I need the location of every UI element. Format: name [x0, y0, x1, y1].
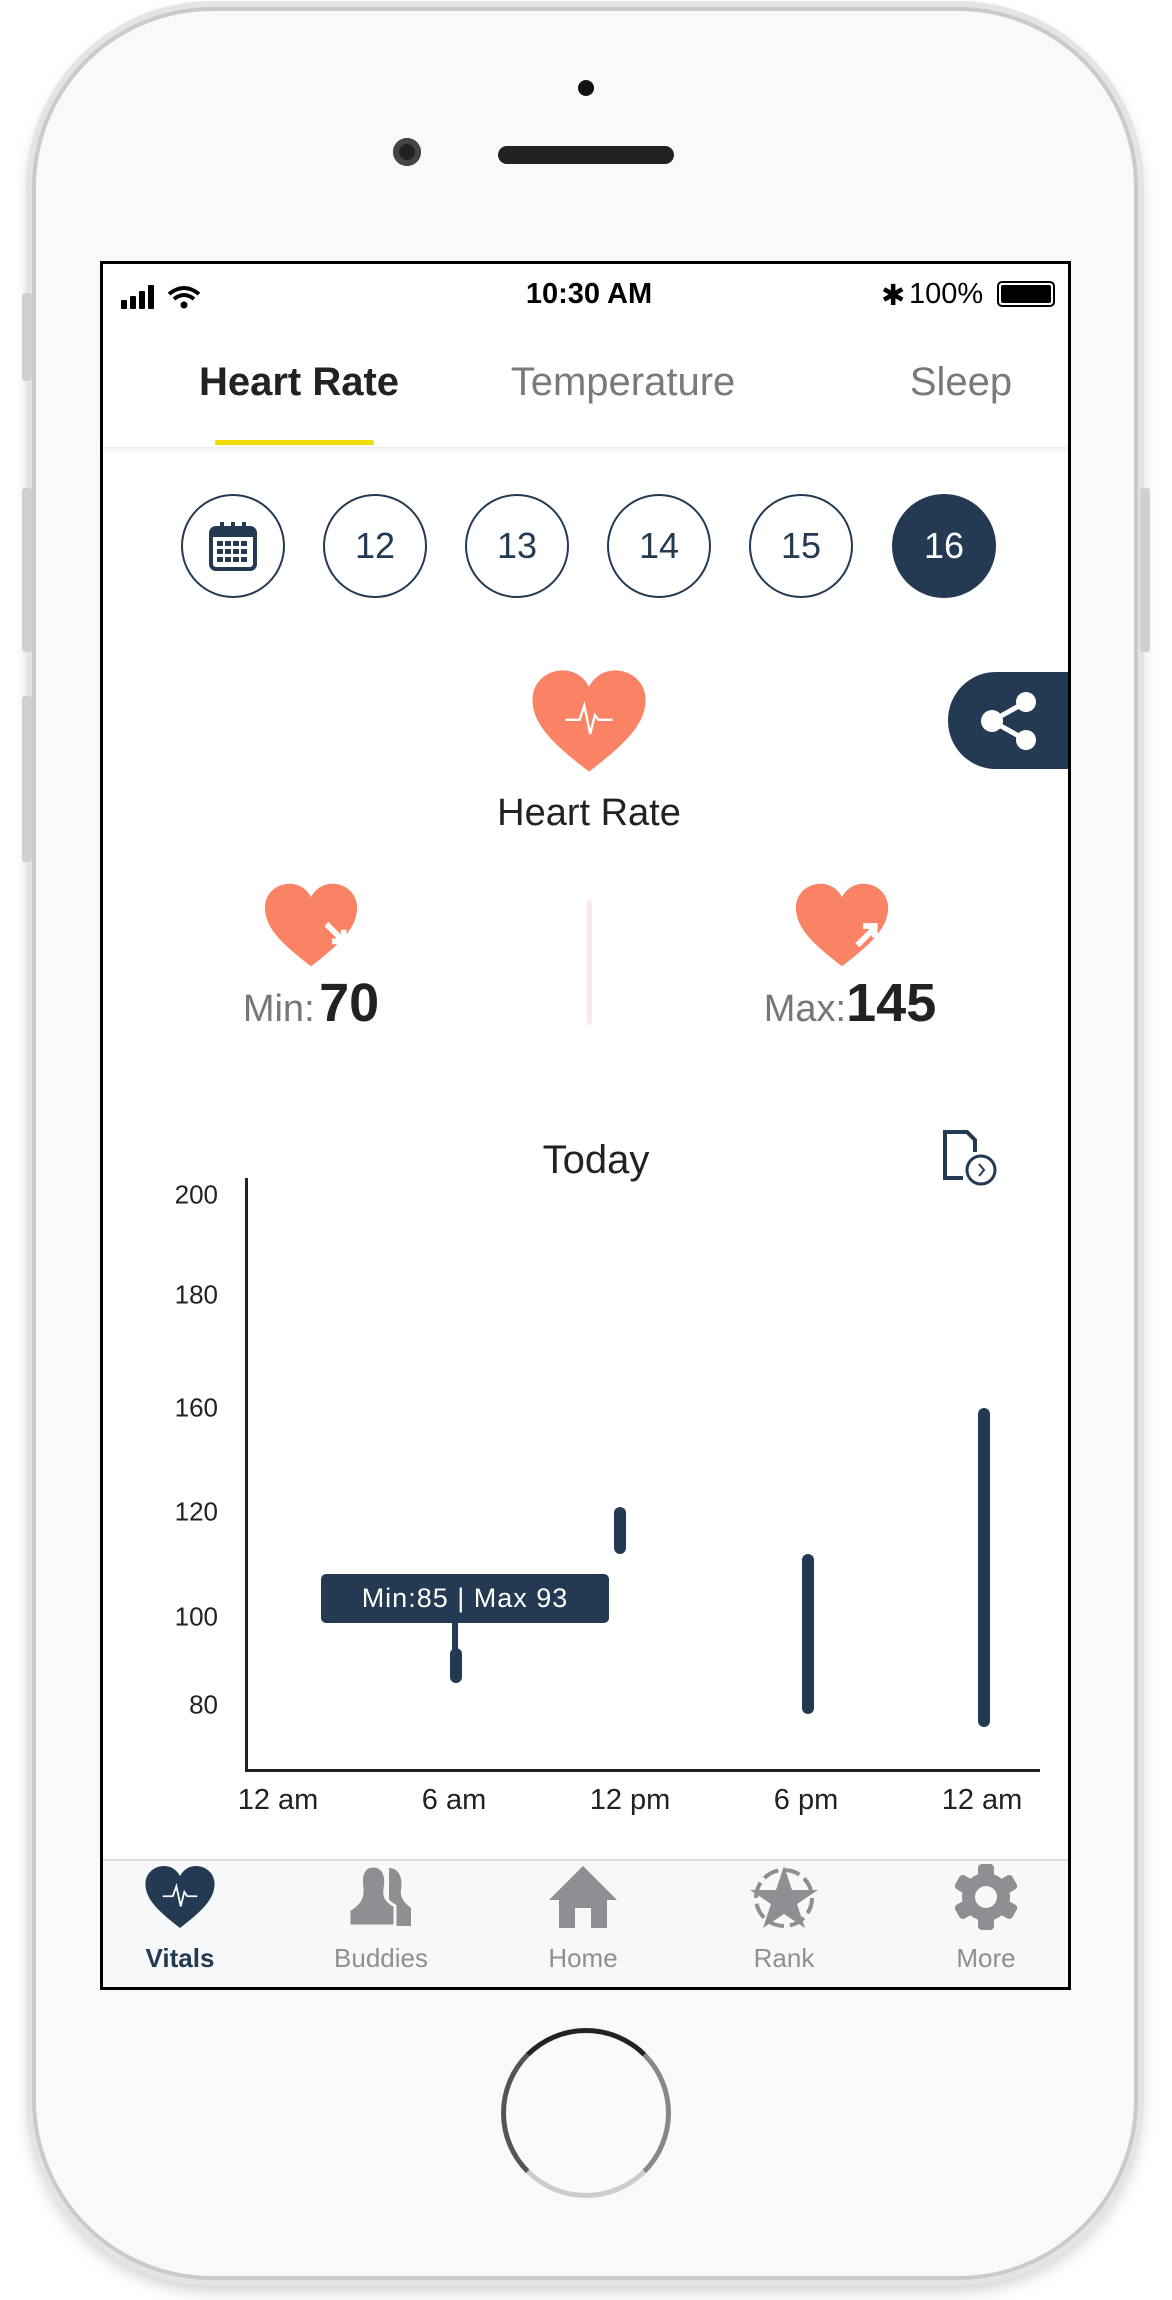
- gear-icon: [954, 1864, 1018, 1930]
- range-bar[interactable]: [802, 1554, 814, 1714]
- x-tick-label: 12 am: [237, 1784, 319, 1816]
- report-clock-icon[interactable]: [941, 1128, 1001, 1188]
- x-tick-label: 6 am: [421, 1784, 487, 1816]
- y-axis: [245, 1178, 248, 1772]
- date-16-selected[interactable]: 16: [892, 494, 996, 598]
- calendar-icon: [209, 522, 257, 571]
- mute-switch: [22, 293, 32, 381]
- x-tick-label: 12 am: [941, 1784, 1023, 1816]
- min-label: Min:: [242, 988, 315, 1030]
- tab-temperature[interactable]: Temperature: [511, 360, 736, 405]
- front-camera: [393, 138, 421, 166]
- y-tick-label: 180: [174, 1279, 218, 1310]
- range-bar[interactable]: [978, 1408, 990, 1727]
- min-value: 70: [319, 973, 380, 1033]
- home-button[interactable]: [501, 2028, 671, 2198]
- metric-title: Heart Rate: [497, 792, 681, 834]
- share-button[interactable]: [948, 672, 1068, 769]
- x-tick-label: 12 pm: [589, 1784, 671, 1816]
- nav-buddies[interactable]: Buddies: [301, 1864, 461, 1974]
- power-button: [1140, 488, 1150, 652]
- nav-rank[interactable]: Rank: [704, 1864, 864, 1974]
- max-label: Max:: [763, 988, 847, 1030]
- date-15[interactable]: 15: [749, 494, 853, 598]
- y-tick-label: 80: [189, 1689, 218, 1720]
- nav-label: Vitals: [145, 1943, 215, 1973]
- x-axis: [245, 1769, 1040, 1772]
- y-tick-label: 120: [174, 1496, 218, 1527]
- home-icon: [549, 1866, 617, 1928]
- chart-title: Today: [542, 1138, 650, 1182]
- buddies-icon: [347, 1864, 411, 1928]
- y-tick-label: 200: [174, 1179, 218, 1210]
- range-bar[interactable]: [450, 1647, 462, 1683]
- rank-star-icon: [750, 1866, 818, 1928]
- heart-pulse-icon: [532, 670, 646, 772]
- sensor: [578, 80, 594, 96]
- heart-down-icon: [264, 883, 358, 967]
- chart-tooltip: Min:85 | Max 93: [321, 1574, 609, 1623]
- volume-up-button: [22, 488, 32, 652]
- heart-pulse-icon: [145, 1866, 215, 1928]
- max-value: 145: [846, 973, 937, 1033]
- nav-vitals[interactable]: Vitals: [103, 1864, 260, 1974]
- range-bar[interactable]: [614, 1506, 627, 1554]
- calendar-button[interactable]: [181, 494, 285, 598]
- nav-label: Rank: [753, 1943, 815, 1973]
- nav-label: More: [956, 1943, 1016, 1973]
- y-tick-label: 160: [174, 1392, 218, 1423]
- nav-label: Home: [548, 1943, 618, 1973]
- nav-more[interactable]: More: [906, 1864, 1066, 1974]
- volume-down-button: [22, 696, 32, 862]
- tooltip-connector: [452, 1619, 458, 1649]
- share-icon: [981, 692, 1036, 750]
- heart-up-icon: [795, 883, 889, 967]
- stat-divider: [587, 900, 592, 1025]
- active-tab-indicator: [215, 440, 374, 445]
- min-stat: Min: 70: [243, 972, 379, 1034]
- max-stat: Max:145: [764, 972, 936, 1034]
- tab-bar: [103, 264, 1068, 448]
- nav-home[interactable]: Home: [503, 1864, 663, 1974]
- date-12[interactable]: 12: [323, 494, 427, 598]
- x-tick-label: 6 pm: [773, 1784, 839, 1816]
- app-screen: 10:30 AM ✱ 100% Heart Rate Temperature S…: [100, 261, 1071, 1990]
- nav-label: Buddies: [334, 1943, 428, 1973]
- date-14[interactable]: 14: [607, 494, 711, 598]
- date-13[interactable]: 13: [465, 494, 569, 598]
- y-tick-label: 100: [174, 1601, 218, 1632]
- tab-sleep[interactable]: Sleep: [910, 360, 1012, 405]
- speaker: [498, 146, 674, 164]
- tab-heart-rate[interactable]: Heart Rate: [199, 360, 399, 405]
